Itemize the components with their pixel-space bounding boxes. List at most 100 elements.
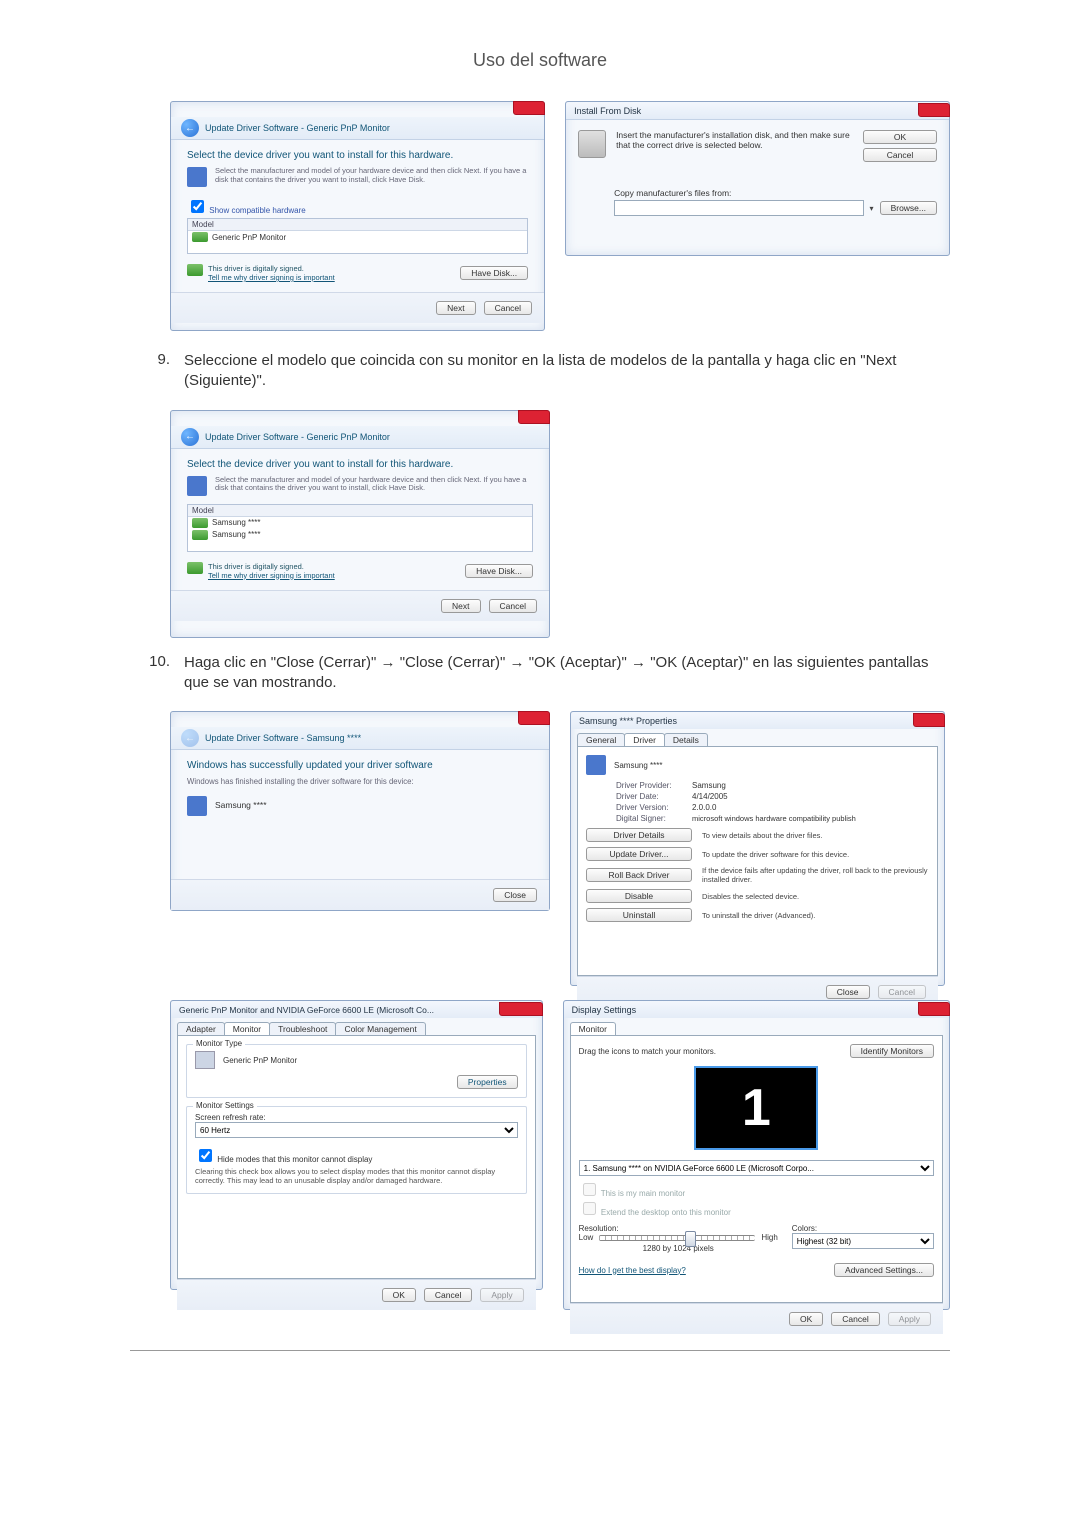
colors-select[interactable]: Highest (32 bit) [792, 1233, 934, 1249]
shield-icon [192, 232, 208, 242]
device-icon [187, 476, 207, 496]
refresh-rate-select[interactable]: 60 Hertz [195, 1122, 518, 1138]
chevron-down-icon[interactable]: ▾ [870, 204, 874, 213]
tab-general[interactable]: General [577, 733, 625, 746]
browse-button[interactable]: Browse... [880, 201, 937, 215]
uninstall-button[interactable]: Uninstall [586, 908, 692, 922]
colors-label: Colors: [792, 1224, 934, 1233]
screenshot-update-driver-2: ← Update Driver Software - Generic PnP M… [170, 410, 550, 638]
monitor-thumbnail[interactable]: 1 [694, 1066, 818, 1150]
tab-adapter[interactable]: Adapter [177, 1022, 225, 1035]
model-listbox[interactable]: Model Generic PnP Monitor [187, 218, 528, 254]
main-monitor-label: This is my main monitor [601, 1189, 685, 1198]
apply-button: Apply [480, 1288, 523, 1302]
close-icon[interactable] [518, 410, 550, 424]
disable-button[interactable]: Disable [586, 889, 692, 903]
device-icon [187, 167, 207, 187]
manual-page: Uso del software ← Update Driver Softwar… [0, 0, 1080, 1527]
screenshot-driver-properties: Samsung **** Properties General Driver D… [570, 711, 945, 986]
tab-details[interactable]: Details [664, 733, 708, 746]
device-name: Samsung **** [614, 761, 662, 770]
value-signer: microsoft windows hardware compatibility… [692, 814, 856, 823]
have-disk-button[interactable]: Have Disk... [460, 266, 528, 280]
resolution-slider[interactable] [599, 1235, 755, 1241]
tab-color-management[interactable]: Color Management [335, 1022, 425, 1035]
update-driver-button[interactable]: Update Driver... [586, 847, 692, 861]
next-button[interactable]: Next [436, 301, 475, 315]
device-icon [187, 796, 207, 816]
signed-text: This driver is digitally signed. [208, 264, 304, 273]
tab-driver[interactable]: Driver [624, 733, 665, 746]
tab-monitor[interactable]: Monitor [224, 1022, 270, 1035]
properties-button[interactable]: Properties [457, 1075, 518, 1089]
next-button[interactable]: Next [441, 599, 480, 613]
list-item[interactable]: Generic PnP Monitor [212, 233, 286, 242]
close-icon[interactable] [918, 1002, 950, 1016]
hide-modes-checkbox[interactable] [199, 1149, 212, 1162]
advanced-settings-button[interactable]: Advanced Settings... [834, 1263, 934, 1277]
list-item[interactable]: Samsung **** [212, 518, 260, 527]
close-icon[interactable] [499, 1002, 543, 1016]
tab-monitor[interactable]: Monitor [570, 1022, 616, 1035]
slider-low: Low [579, 1233, 594, 1242]
copy-from-input[interactable] [614, 200, 863, 216]
breadcrumb: Update Driver Software - Samsung **** [205, 733, 361, 743]
ok-button[interactable]: OK [789, 1312, 823, 1326]
list-item[interactable]: Samsung **** [212, 530, 260, 539]
cancel-button[interactable]: Cancel [484, 301, 532, 315]
cancel-button[interactable]: Cancel [863, 148, 937, 162]
group-monitor-type: Monitor Type [193, 1039, 245, 1048]
tab-troubleshoot[interactable]: Troubleshoot [269, 1022, 336, 1035]
screenshot-update-driver-1: ← Update Driver Software - Generic PnP M… [170, 101, 545, 331]
identify-monitors-button[interactable]: Identify Monitors [850, 1044, 934, 1058]
extend-desktop-checkbox [583, 1202, 596, 1215]
signing-link[interactable]: Tell me why driver signing is important [208, 571, 335, 580]
close-icon[interactable] [513, 101, 545, 115]
dialog-title: Install From Disk [574, 106, 641, 116]
ok-button[interactable]: OK [382, 1288, 416, 1302]
shield-icon [192, 530, 208, 540]
dialog-title: Samsung **** Properties [579, 716, 677, 726]
have-disk-button[interactable]: Have Disk... [465, 564, 533, 578]
group-monitor-settings: Monitor Settings [193, 1101, 257, 1110]
apply-button: Apply [888, 1312, 931, 1326]
rollback-driver-button[interactable]: Roll Back Driver [586, 868, 692, 882]
wizard-subtext: Select the manufacturer and model of you… [215, 476, 533, 496]
cancel-button[interactable]: Cancel [424, 1288, 472, 1302]
close-icon[interactable] [518, 711, 550, 725]
cancel-button[interactable]: Cancel [831, 1312, 879, 1326]
column-model: Model [188, 505, 532, 517]
page-title: Uso del software [130, 50, 950, 71]
driver-details-button[interactable]: Driver Details [586, 828, 692, 842]
disable-desc: Disables the selected device. [702, 892, 929, 901]
slider-thumb[interactable] [685, 1231, 696, 1247]
close-button[interactable]: Close [493, 888, 537, 902]
cancel-button[interactable]: Cancel [489, 599, 537, 613]
extend-desktop-label: Extend the desktop onto this monitor [601, 1208, 731, 1217]
screenshot-monitor-properties: Generic PnP Monitor and NVIDIA GeForce 6… [170, 1000, 543, 1290]
close-icon[interactable] [918, 103, 950, 117]
monitor-type-name: Generic PnP Monitor [223, 1056, 297, 1065]
drag-instruction: Drag the icons to match your monitors. [579, 1047, 716, 1056]
signing-link[interactable]: Tell me why driver signing is important [208, 273, 335, 282]
back-icon[interactable]: ← [181, 428, 199, 446]
resolution-value: 1280 by 1024 pixels [579, 1244, 778, 1253]
dialog-title: Generic PnP Monitor and NVIDIA GeForce 6… [179, 1005, 434, 1015]
close-icon[interactable] [913, 713, 945, 727]
best-display-link[interactable]: How do I get the best display? [579, 1266, 686, 1275]
column-model: Model [188, 219, 527, 231]
label-provider: Driver Provider: [616, 781, 686, 790]
diskette-icon [578, 130, 606, 158]
back-icon[interactable]: ← [181, 119, 199, 137]
shield-icon [192, 518, 208, 528]
finish-subtext: Windows has finished installing the driv… [171, 775, 549, 788]
show-compatible-checkbox[interactable] [191, 200, 204, 213]
monitor-select[interactable]: 1. Samsung **** on NVIDIA GeForce 6600 L… [579, 1160, 934, 1176]
dialog-title: Display Settings [572, 1005, 637, 1015]
close-button[interactable]: Close [826, 985, 870, 999]
breadcrumb: Update Driver Software - Generic PnP Mon… [205, 432, 390, 442]
signed-text: This driver is digitally signed. [208, 562, 304, 571]
ok-button[interactable]: OK [863, 130, 937, 144]
step-text: Seleccione el modelo que coincida con su… [184, 351, 950, 392]
model-listbox[interactable]: Model Samsung **** Samsung **** [187, 504, 533, 552]
